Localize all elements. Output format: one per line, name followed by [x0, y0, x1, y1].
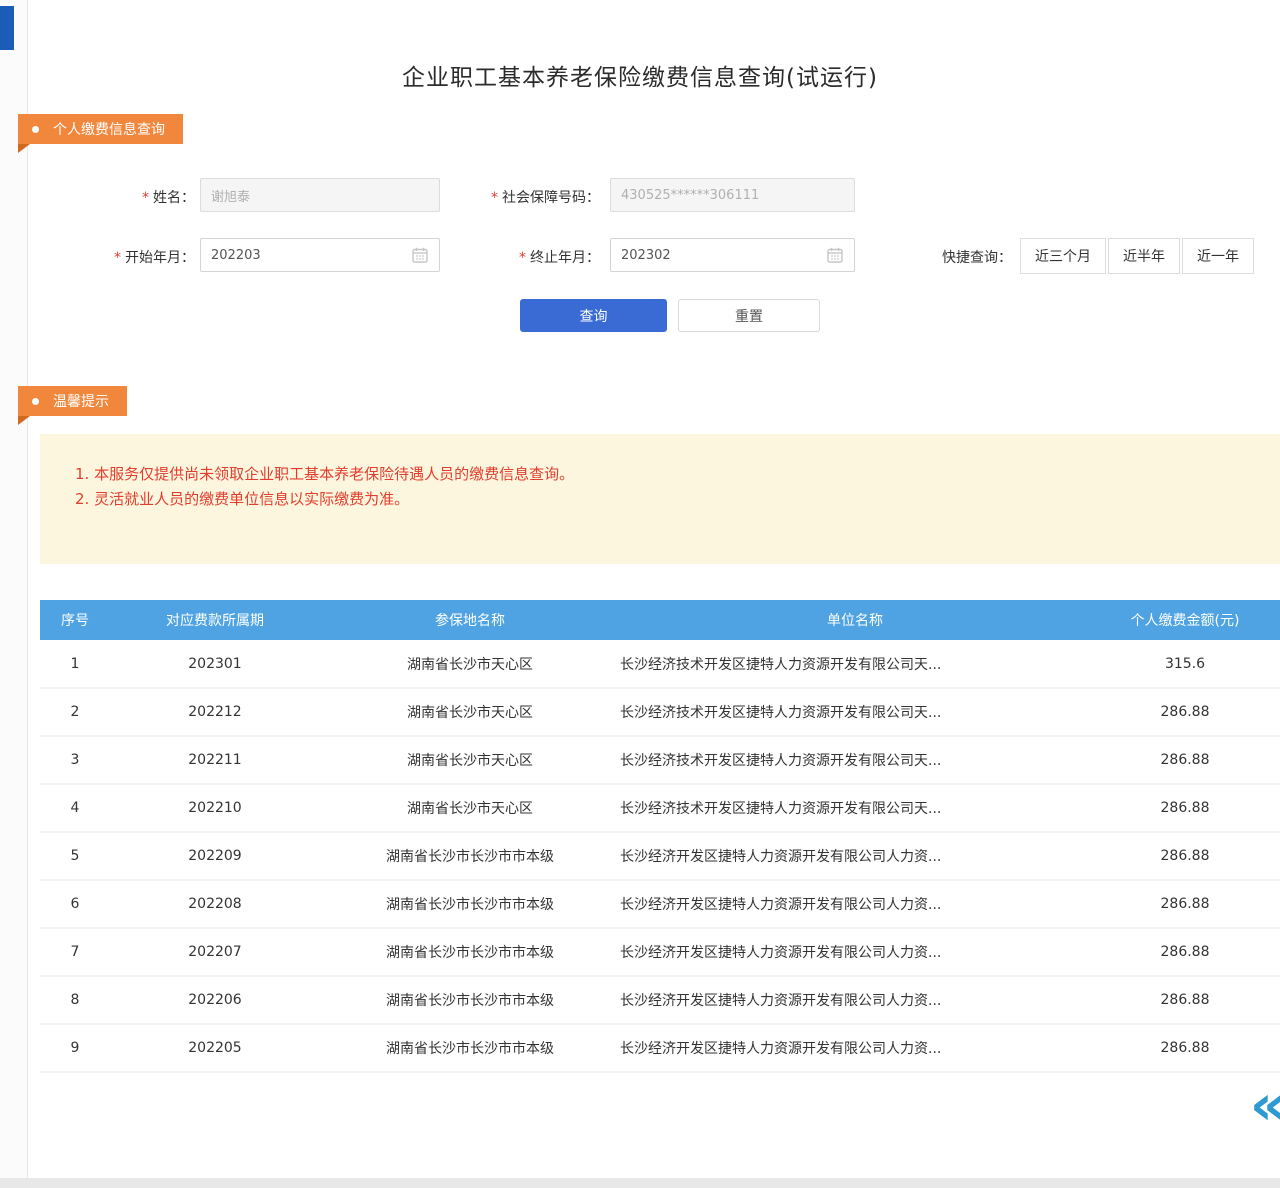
cell-period: 202210: [110, 784, 320, 832]
cell-amount: 286.88: [1090, 976, 1280, 1024]
cell-employer: 长沙经济开发区捷特人力资源开发有限公司人力资...: [620, 832, 1090, 880]
query-button[interactable]: 查询: [520, 299, 667, 332]
quick-last-half-year-button[interactable]: 近半年: [1108, 238, 1180, 274]
cell-insured-place: 湖南省长沙市长沙市市本级: [320, 928, 620, 976]
section-badge-label: 个人缴费信息查询: [53, 119, 165, 139]
cell-employer: 长沙经济开发区捷特人力资源开发有限公司人力资...: [620, 928, 1090, 976]
page-title: 企业职工基本养老保险缴费信息查询(试运行): [0, 58, 1280, 92]
table-row: 2 202212 湖南省长沙市天心区 长沙经济技术开发区捷特人力资源开发有限公司…: [40, 688, 1280, 736]
chevron-double-left-icon[interactable]: «: [1250, 1078, 1280, 1134]
cell-amount: 286.88: [1090, 736, 1280, 784]
required-asterisk: *: [491, 190, 498, 206]
cell-seq: 3: [40, 736, 110, 784]
column-header-amount: 个人缴费金额(元): [1090, 600, 1280, 640]
cell-period: 202212: [110, 688, 320, 736]
cell-period: 202205: [110, 1024, 320, 1072]
cell-insured-place: 湖南省长沙市天心区: [320, 784, 620, 832]
tips-notice-box: 1. 本服务仅提供尚未领取企业职工基本养老保险待遇人员的缴费信息查询。 2. 灵…: [40, 434, 1280, 564]
cell-period: 202209: [110, 832, 320, 880]
cell-insured-place: 湖南省长沙市长沙市市本级: [320, 1024, 620, 1072]
cell-employer: 长沙经济技术开发区捷特人力资源开发有限公司天...: [620, 688, 1090, 736]
cell-amount: 286.88: [1090, 1024, 1280, 1072]
tip-line: 2. 灵活就业人员的缴费单位信息以实际缴费为准。: [75, 487, 1260, 512]
cell-amount: 315.6: [1090, 640, 1280, 688]
cell-seq: 5: [40, 832, 110, 880]
left-rail: [0, 0, 28, 1178]
cell-seq: 7: [40, 928, 110, 976]
cell-employer: 长沙经济技术开发区捷特人力资源开发有限公司天...: [620, 784, 1090, 832]
cell-insured-place: 湖南省长沙市天心区: [320, 688, 620, 736]
cell-seq: 8: [40, 976, 110, 1024]
ssn-field[interactable]: [610, 178, 855, 212]
end-date-label: *终止年月：: [448, 247, 600, 267]
cell-period: 202207: [110, 928, 320, 976]
cell-employer: 长沙经济开发区捷特人力资源开发有限公司人力资...: [620, 1024, 1090, 1072]
cell-seq: 2: [40, 688, 110, 736]
required-asterisk: *: [142, 190, 149, 206]
sidebar-collapsed-tab[interactable]: [0, 6, 14, 50]
bottom-scrollbar-track[interactable]: [0, 1178, 1280, 1188]
cell-amount: 286.88: [1090, 928, 1280, 976]
ribbon-fold: [18, 416, 30, 425]
quick-query-label: 快捷查询：: [912, 247, 1012, 267]
payment-records-table: 序号 对应费款所属期 参保地名称 单位名称 个人缴费金额(元) 1 202301…: [40, 600, 1280, 1073]
cell-insured-place: 湖南省长沙市长沙市市本级: [320, 880, 620, 928]
calendar-icon[interactable]: [412, 247, 428, 263]
cell-period: 202206: [110, 976, 320, 1024]
required-asterisk: *: [519, 250, 526, 266]
cell-insured-place: 湖南省长沙市天心区: [320, 736, 620, 784]
name-label: *姓名：: [60, 187, 195, 207]
cell-amount: 286.88: [1090, 688, 1280, 736]
cell-period: 202208: [110, 880, 320, 928]
cell-insured-place: 湖南省长沙市长沙市市本级: [320, 976, 620, 1024]
name-field[interactable]: [200, 178, 440, 212]
cell-seq: 1: [40, 640, 110, 688]
cell-insured-place: 湖南省长沙市长沙市市本级: [320, 832, 620, 880]
quick-query-group: 近三个月 近半年 近一年: [1020, 238, 1254, 274]
cell-employer: 长沙经济开发区捷特人力资源开发有限公司人力资...: [620, 880, 1090, 928]
table-row: 6 202208 湖南省长沙市长沙市市本级 长沙经济开发区捷特人力资源开发有限公…: [40, 880, 1280, 928]
reset-button[interactable]: 重置: [678, 299, 820, 332]
cell-employer: 长沙经济技术开发区捷特人力资源开发有限公司天...: [620, 640, 1090, 688]
cell-amount: 286.88: [1090, 832, 1280, 880]
column-header-employer: 单位名称: [620, 600, 1090, 640]
start-date-field[interactable]: [200, 238, 440, 272]
cell-amount: 286.88: [1090, 784, 1280, 832]
quick-last-3-months-button[interactable]: 近三个月: [1020, 238, 1106, 274]
ssn-label: *社会保障号码：: [448, 187, 600, 207]
table-row: 8 202206 湖南省长沙市长沙市市本级 长沙经济开发区捷特人力资源开发有限公…: [40, 976, 1280, 1024]
section-badge-label: 温馨提示: [53, 391, 109, 411]
tip-line: 1. 本服务仅提供尚未领取企业职工基本养老保险待遇人员的缴费信息查询。: [75, 462, 1260, 487]
cell-employer: 长沙经济开发区捷特人力资源开发有限公司人力资...: [620, 976, 1090, 1024]
column-header-insured-place: 参保地名称: [320, 600, 620, 640]
calendar-icon[interactable]: [827, 247, 843, 263]
bullet-dot-icon: [32, 398, 39, 405]
table-row: 1 202301 湖南省长沙市天心区 长沙经济技术开发区捷特人力资源开发有限公司…: [40, 640, 1280, 688]
start-date-label: *开始年月：: [60, 247, 195, 267]
cell-amount: 286.88: [1090, 880, 1280, 928]
table-row: 7 202207 湖南省长沙市长沙市市本级 长沙经济开发区捷特人力资源开发有限公…: [40, 928, 1280, 976]
cell-seq: 4: [40, 784, 110, 832]
cell-period: 202301: [110, 640, 320, 688]
section-badge-tips: 温馨提示: [18, 386, 127, 416]
cell-insured-place: 湖南省长沙市天心区: [320, 640, 620, 688]
table-header-row: 序号 对应费款所属期 参保地名称 单位名称 个人缴费金额(元): [40, 600, 1280, 640]
page: 企业职工基本养老保险缴费信息查询(试运行) 个人缴费信息查询 *姓名： *社会保…: [0, 0, 1280, 1188]
quick-last-year-button[interactable]: 近一年: [1182, 238, 1254, 274]
table-row: 4 202210 湖南省长沙市天心区 长沙经济技术开发区捷特人力资源开发有限公司…: [40, 784, 1280, 832]
table-row: 5 202209 湖南省长沙市长沙市市本级 长沙经济开发区捷特人力资源开发有限公…: [40, 832, 1280, 880]
table-row: 9 202205 湖南省长沙市长沙市市本级 长沙经济开发区捷特人力资源开发有限公…: [40, 1024, 1280, 1072]
end-date-field[interactable]: [610, 238, 855, 272]
cell-period: 202211: [110, 736, 320, 784]
section-badge-personal-payment-query: 个人缴费信息查询: [18, 114, 183, 144]
column-header-period: 对应费款所属期: [110, 600, 320, 640]
required-asterisk: *: [114, 250, 121, 266]
bullet-dot-icon: [32, 126, 39, 133]
cell-seq: 6: [40, 880, 110, 928]
cell-seq: 9: [40, 1024, 110, 1072]
column-header-seq: 序号: [40, 600, 110, 640]
table-row: 3 202211 湖南省长沙市天心区 长沙经济技术开发区捷特人力资源开发有限公司…: [40, 736, 1280, 784]
cell-employer: 长沙经济技术开发区捷特人力资源开发有限公司天...: [620, 736, 1090, 784]
ribbon-fold: [18, 144, 30, 153]
